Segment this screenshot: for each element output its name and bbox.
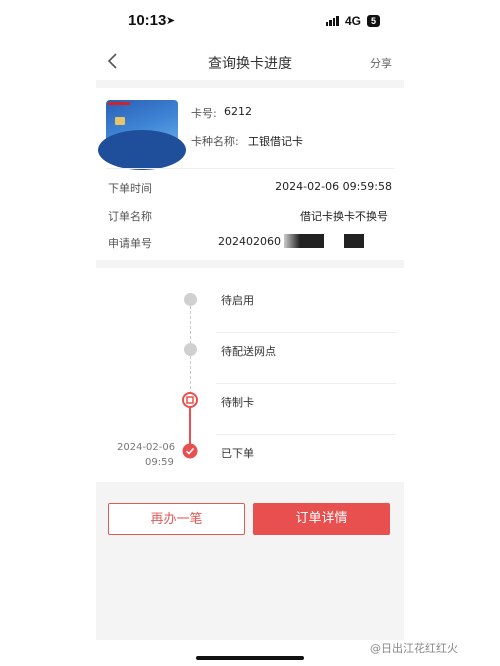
card-chip-icon xyxy=(115,117,125,125)
timeline-connector xyxy=(190,356,191,394)
check-icon xyxy=(182,443,198,463)
home-indicator[interactable] xyxy=(196,656,304,660)
card-type-value: 工银借记卡 xyxy=(248,135,303,148)
redaction-block xyxy=(344,234,364,248)
step-label: 已下单 xyxy=(221,447,254,460)
step-date: 2024-02-06 xyxy=(117,442,176,453)
divider xyxy=(216,332,396,333)
step-time: 09:59 xyxy=(145,457,174,468)
card-earth-graphic xyxy=(98,130,186,170)
step-pending-dot xyxy=(184,343,197,356)
order-detail-button[interactable]: 订单详情 xyxy=(253,503,390,535)
order-number-label: 申请单号 xyxy=(108,237,152,250)
bank-logo-icon xyxy=(182,392,198,412)
share-button[interactable]: 分享 xyxy=(370,55,392,71)
divider xyxy=(216,434,396,435)
card-number-value: 6212 xyxy=(224,105,252,118)
divider xyxy=(106,168,394,169)
order-name-value: 借记卡换卡不换号 xyxy=(300,210,388,223)
timeline-connector xyxy=(190,306,191,344)
status-right: 4G 5 xyxy=(325,14,380,28)
order-number-value: 202402060 xyxy=(218,235,281,248)
card-type-label: 卡种名称: xyxy=(191,135,239,148)
step-label: 待配送网点 xyxy=(221,345,276,358)
status-time: 10:13 xyxy=(128,12,167,29)
battery-icon: 5 xyxy=(366,15,380,27)
page-title: 查询换卡进度 xyxy=(208,56,292,72)
timeline-connector-active xyxy=(189,408,191,446)
redaction-block xyxy=(284,234,324,248)
order-time-value: 2024-02-06 09:59:58 xyxy=(275,180,392,193)
network-label: 4G xyxy=(344,14,361,28)
divider xyxy=(216,383,396,384)
location-arrow-icon: ➤ xyxy=(166,14,176,27)
card-logo-strip xyxy=(108,102,130,105)
watermark: @日出江花红红火 xyxy=(370,642,458,655)
redo-button[interactable]: 再办一笔 xyxy=(108,503,245,535)
card-number-label: 卡号: xyxy=(191,107,217,120)
order-time-label: 下单时间 xyxy=(108,182,152,195)
order-name-label: 订单名称 xyxy=(108,210,152,223)
step-pending-dot xyxy=(184,293,197,306)
step-label: 待启用 xyxy=(221,294,254,307)
signal-icon xyxy=(325,16,339,26)
step-label: 待制卡 xyxy=(221,396,254,409)
